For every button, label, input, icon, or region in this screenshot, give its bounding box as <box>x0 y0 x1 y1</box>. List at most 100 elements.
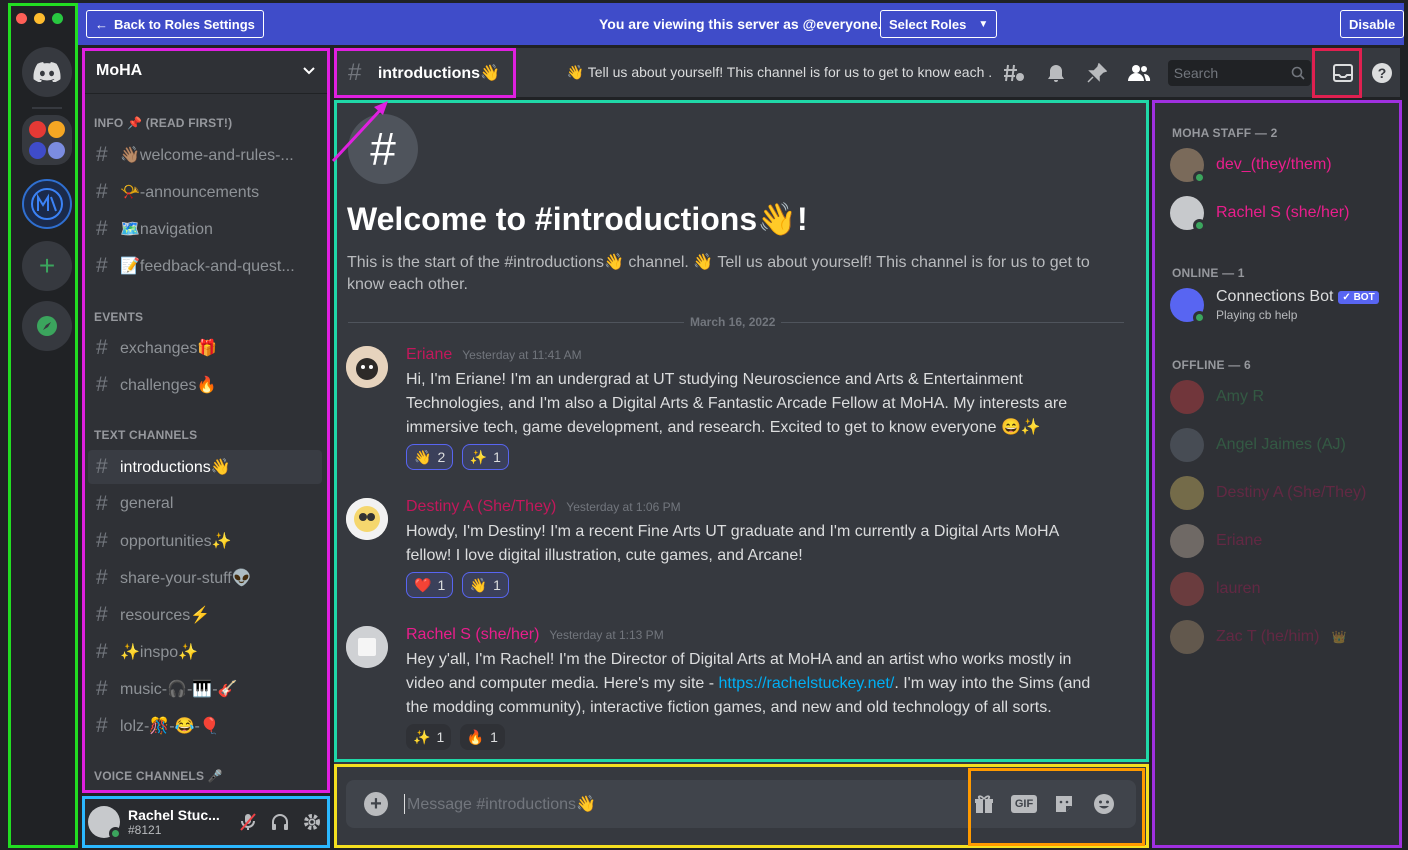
emoji-picker-icon[interactable] <box>1084 793 1124 815</box>
channel-welcome-and-rules[interactable]: # 👋🏽welcome-and-rules-... <box>88 138 322 172</box>
user-avatar[interactable] <box>88 806 122 840</box>
channel-navigation[interactable]: # 🗺️navigation <box>88 212 322 246</box>
reaction-button[interactable]: 👋 1 <box>461 572 509 598</box>
channel-lolz[interactable]: # lolz-🎊-😂-🎈 <box>88 709 322 743</box>
online-status-icon <box>1193 171 1206 184</box>
author-avatar[interactable] <box>346 498 388 540</box>
channel-feedback[interactable]: # 📝feedback-and-quest... <box>88 249 322 283</box>
author-avatar[interactable] <box>346 626 388 668</box>
category-text-channels[interactable]: TEXT CHANNELS <box>82 428 197 442</box>
category-info[interactable]: INFO 📌 (READ FIRST!) <box>82 116 232 130</box>
message: Destiny A (She/They) Yesterday at 1:06 PM… <box>346 498 1136 598</box>
channel-topic[interactable]: 👋 Tell us about yourself! This channel i… <box>567 64 993 81</box>
reaction-button[interactable]: 🔥 1 <box>459 724 505 750</box>
close-window-button[interactable] <box>16 13 27 24</box>
channel-resources[interactable]: # resources⚡ <box>88 598 322 632</box>
member-item[interactable]: Eriane <box>1170 524 1262 558</box>
message-header: Eriane Yesterday at 11:41 AM <box>406 346 582 364</box>
preview-banner: ← Back to Roles Settings You are viewing… <box>78 3 1405 45</box>
member-item[interactable]: Connections Bot ✓ BOT Playing cb help <box>1170 288 1379 324</box>
message-composer: + Message #introductions👋 GIF <box>346 780 1136 828</box>
back-to-roles-button[interactable]: ← Back to Roles Settings <box>86 10 264 38</box>
gear-icon[interactable] <box>296 806 328 838</box>
channel-challenges[interactable]: # challenges🔥 <box>88 368 322 402</box>
channel-general[interactable]: # general <box>88 487 322 521</box>
member-item[interactable]: lauren <box>1170 572 1260 606</box>
sticker-icon[interactable] <box>1044 793 1084 815</box>
member-item[interactable]: Angel Jaimes (AJ) <box>1170 428 1346 462</box>
minimize-window-button[interactable] <box>34 13 45 24</box>
headphones-icon[interactable] <box>264 806 296 838</box>
member-item[interactable]: Amy R <box>1170 380 1264 414</box>
channel-sidebar: MoHA INFO 📌 (READ FIRST!) # 👋🏽welcome-and… <box>82 48 330 793</box>
author-name[interactable]: Destiny A (She/They) <box>406 498 556 515</box>
moha-server-icon[interactable] <box>22 179 72 229</box>
server-folder[interactable] <box>22 115 72 165</box>
members-icon[interactable] <box>1118 63 1160 83</box>
search-bar[interactable]: Search <box>1167 59 1311 86</box>
discord-window: + ← Back to Roles Settings You are viewi… <box>0 0 1408 850</box>
inbox-icon[interactable] <box>1323 63 1365 83</box>
member-name: Rachel S (she/her) <box>1216 204 1350 221</box>
channel-announcements[interactable]: # 📯-announcements <box>88 175 322 209</box>
message-header: Destiny A (She/They) Yesterday at 1:06 PM <box>406 498 681 516</box>
author-name[interactable]: Eriane <box>406 346 452 363</box>
channel-exchanges[interactable]: # exchanges🎁 <box>88 331 322 365</box>
member-list: MOHA STAFF — 2 dev_(they/them) Rachel S … <box>1152 100 1400 848</box>
user-info[interactable]: Rachel Stuc... #8121 <box>128 807 232 837</box>
member-item[interactable]: Rachel S (she/her) <box>1170 196 1350 232</box>
hash-icon: # <box>96 373 108 396</box>
channel-share-your-stuff[interactable]: # share-your-stuff👽 <box>88 561 322 595</box>
bell-icon[interactable] <box>1035 63 1077 83</box>
message-link[interactable]: https://rachelstuckey.net/ <box>719 675 895 692</box>
channel-label: 👋🏽welcome-and-rules-... <box>120 147 294 164</box>
gif-button[interactable]: GIF <box>1004 795 1044 813</box>
reaction-count: 1 <box>493 449 501 465</box>
channel-label: music-🎧-🎹-🎸 <box>120 681 238 698</box>
category-voice-channels[interactable]: VOICE CHANNELS 🎤 <box>82 769 223 783</box>
disable-label: Disable <box>1349 16 1396 32</box>
message-input[interactable]: Message #introductions👋 <box>404 794 964 814</box>
pin-icon[interactable] <box>1076 62 1118 83</box>
add-attachment-icon[interactable]: + <box>364 792 388 816</box>
reaction-button[interactable]: ❤️ 1 <box>406 572 454 598</box>
member-name: Zac T (he/him) <box>1216 628 1320 645</box>
explore-servers-button[interactable] <box>22 301 72 351</box>
hash-icon: # <box>96 254 108 277</box>
threads-icon[interactable] <box>993 63 1035 83</box>
channel-inspo[interactable]: # ✨inspo✨ <box>88 635 322 669</box>
channel-music[interactable]: # music-🎧-🎹-🎸 <box>88 672 322 706</box>
select-roles-button[interactable]: Select Roles ▼ <box>880 10 998 38</box>
maximize-window-button[interactable] <box>52 13 63 24</box>
gift-icon[interactable] <box>964 793 1004 815</box>
hash-icon: # <box>96 603 108 626</box>
reactions: ✨ 1 🔥 1 <box>406 724 509 750</box>
channel-opportunities[interactable]: # opportunities✨ <box>88 524 322 558</box>
member-avatar <box>1170 380 1204 414</box>
role-header-online: ONLINE — 1 <box>1172 266 1245 280</box>
category-events[interactable]: EVENTS <box>82 310 143 324</box>
message-text: Hi, I'm Eriane! I'm an undergrad at UT s… <box>406 371 1068 436</box>
disable-button[interactable]: Disable <box>1340 10 1405 38</box>
reaction-button[interactable]: ✨ 1 <box>461 444 509 470</box>
help-icon[interactable]: ? <box>1364 62 1400 84</box>
member-item[interactable]: Destiny A (She/They) <box>1170 476 1366 510</box>
message: Eriane Yesterday at 11:41 AM Hi, I'm Eria… <box>346 346 1136 478</box>
channel-introductions[interactable]: # introductions👋 <box>88 450 322 484</box>
mute-mic-icon[interactable] <box>232 806 264 838</box>
reaction-button[interactable]: ✨ 1 <box>406 724 452 750</box>
arrow-left-icon: ← <box>95 16 108 32</box>
server-header[interactable]: MoHA <box>82 48 330 94</box>
member-name: Eriane <box>1216 532 1263 549</box>
member-item[interactable]: Zac T (he/him) 👑 <box>1170 620 1346 654</box>
author-name[interactable]: Rachel S (she/her) <box>406 626 539 643</box>
add-server-button[interactable]: + <box>22 241 72 291</box>
date-divider-label: March 16, 2022 <box>684 315 782 329</box>
message-header: Rachel S (she/her) Yesterday at 1:13 PM <box>406 626 664 644</box>
bot-badge: ✓ BOT <box>1338 290 1379 304</box>
author-avatar[interactable] <box>346 346 388 388</box>
home-button[interactable] <box>22 47 72 97</box>
reaction-button[interactable]: 👋 2 <box>406 444 454 470</box>
member-avatar <box>1170 288 1206 324</box>
member-item[interactable]: dev_(they/them) <box>1170 148 1332 184</box>
